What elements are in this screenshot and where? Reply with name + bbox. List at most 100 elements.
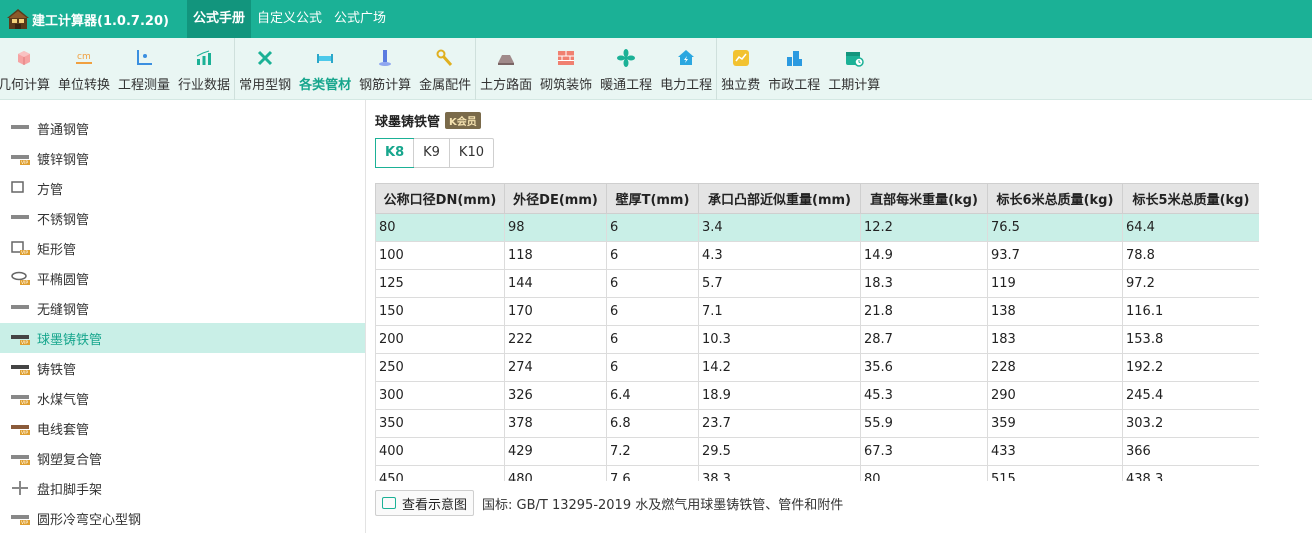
sidebar-item[interactable]: VIP 钢塑复合管 (0, 443, 365, 473)
grade-k8[interactable]: K8 (375, 138, 415, 168)
table-cell: 7.6 (606, 465, 699, 481)
pipe-icon (10, 211, 30, 225)
tool-metal-fittings[interactable]: 金属配件 (415, 38, 475, 100)
sidebar-item[interactable]: VIP 球墨铸铁管 (0, 323, 365, 353)
table-row[interactable]: 100 118 6 4.3 14.9 93.7 78.8 (375, 241, 1259, 270)
tool-schedule[interactable]: 工期计算 (824, 38, 884, 100)
sidebar-item-label: 矩形管 (37, 242, 77, 258)
svg-text:VIP: VIP (21, 520, 28, 525)
sidebar-item[interactable]: VIP 铸铁管 (0, 353, 365, 383)
sidebar-item[interactable]: 无缝钢管 (0, 293, 365, 323)
table-row[interactable]: 350 378 6.8 23.7 55.9 359 303.2 (375, 409, 1259, 438)
pipe-icon: VIP (10, 391, 30, 406)
view-diagram-button[interactable]: 查看示意图 (375, 490, 475, 516)
table-row[interactable]: 125 144 6 5.7 18.3 119 97.2 (375, 269, 1259, 298)
table-cell: 6 (606, 353, 699, 382)
table-cell: 28.7 (860, 325, 988, 354)
tool-unit-convert[interactable]: cm 单位转换 (54, 38, 114, 100)
tab-formula-manual[interactable]: 公式手册 (186, 0, 251, 38)
table-cell: 303.2 (1122, 409, 1259, 438)
tool-rebar[interactable]: 钢筋计算 (355, 38, 415, 100)
table-row[interactable]: 80 98 6 3.4 12.2 76.5 64.4 (375, 213, 1259, 242)
table-row[interactable]: 200 222 6 10.3 28.7 183 153.8 (375, 325, 1259, 354)
grade-k9[interactable]: K9 (413, 139, 449, 167)
standard-reference: 国标: GB/T 13295-2019 水及燃气用球墨铸铁管、管件和附件 (482, 497, 844, 513)
table-cell: 192.2 (1122, 353, 1259, 382)
table-cell: 76.5 (987, 213, 1123, 242)
column-header: 壁厚T(mm) (606, 183, 699, 214)
table-cell: 183 (987, 325, 1123, 354)
tool-independent-fee[interactable]: 独立费 (717, 38, 764, 100)
tool-municipal[interactable]: 市政工程 (764, 38, 824, 100)
table-cell: 290 (987, 381, 1123, 410)
sidebar-item[interactable]: VIP 圆形冷弯空心型钢 (0, 503, 365, 533)
table-cell: 125 (375, 269, 505, 298)
svg-text:VIP: VIP (21, 370, 28, 375)
table-cell: 45.3 (860, 381, 988, 410)
tool-steel-sections[interactable]: 常用型钢 (235, 38, 295, 100)
axis-icon (137, 50, 153, 65)
svg-text:VIP: VIP (21, 400, 28, 405)
title-bar: 建工计算器(1.0.7.20) 公式手册 自定义公式 公式广场 (0, 0, 1312, 38)
cm-ruler-icon: cm (76, 52, 93, 64)
table-cell: 300 (375, 381, 505, 410)
table-row[interactable]: 300 326 6.4 18.9 45.3 290 245.4 (375, 381, 1259, 410)
table-cell: 5.7 (698, 269, 861, 298)
table-cell: 23.7 (698, 409, 861, 438)
sidebar-item[interactable]: VIP 镀锌钢管 (0, 143, 365, 173)
table-cell: 326 (504, 381, 607, 410)
sidebar-item[interactable]: 方管 (0, 173, 365, 203)
column-header: 直部每米重量(kg) (860, 183, 988, 214)
sidebar-item[interactable]: VIP 电线套管 (0, 413, 365, 443)
sidebar-item[interactable]: VIP 矩形管 (0, 233, 365, 263)
svg-text:VIP: VIP (21, 460, 28, 465)
tool-earthwork[interactable]: 土方路面 (476, 38, 536, 100)
sidebar-item-label: 镀锌钢管 (37, 152, 90, 168)
table-cell: 67.3 (860, 437, 988, 466)
pipe-icon (10, 121, 30, 135)
table-cell: 55.9 (860, 409, 988, 438)
tool-industry-data[interactable]: 行业数据 (174, 38, 234, 100)
sidebar-item[interactable]: 盘扣脚手架 (0, 473, 365, 503)
table-row[interactable]: 250 274 6 14.2 35.6 228 192.2 (375, 353, 1259, 382)
table-cell: 118 (504, 241, 607, 270)
bar-chart-icon (196, 50, 212, 65)
sidebar-item[interactable]: VIP 平椭圆管 (0, 263, 365, 293)
tool-geometry[interactable]: 几何计算 (0, 38, 54, 100)
sidebar-item-label: 无缝钢管 (37, 302, 90, 318)
city-icon (787, 51, 803, 66)
sidebar-item-label: 铸铁管 (37, 362, 77, 378)
table-cell: 515 (987, 465, 1123, 481)
pipe-data-table: 公称口径DN(mm) 外径DE(mm) 壁厚T(mm) 承口凸部近似重量(mm) 直部每… (375, 183, 1259, 481)
pipe-data-table-container[interactable]: 公称口径DN(mm) 外径DE(mm) 壁厚T(mm) 承口凸部近似重量(mm) 直部每… (375, 183, 1259, 481)
table-cell: 359 (987, 409, 1123, 438)
svg-text:VIP: VIP (21, 280, 28, 285)
table-cell: 6 (606, 213, 699, 242)
table-cell: 93.7 (987, 241, 1123, 270)
app-title: 建工计算器(1.0.7.20) (32, 13, 169, 29)
grade-k10[interactable]: K10 (448, 139, 493, 167)
table-cell: 350 (375, 409, 505, 438)
tab-formula-plaza[interactable]: 公式广场 (328, 0, 392, 38)
table-row[interactable]: 150 170 6 7.1 21.8 138 116.1 (375, 297, 1259, 326)
table-cell: 21.8 (860, 297, 988, 326)
brick-icon (558, 51, 575, 65)
toolbar-group-1: 几何计算 cm 单位转换 工程测量 行业数据 (0, 38, 236, 100)
table-cell: 378 (504, 409, 607, 438)
pipe-icon (10, 181, 30, 195)
tool-pipes[interactable]: 各类管材 (295, 38, 355, 100)
table-cell: 7.2 (606, 437, 699, 466)
tool-hvac[interactable]: 暖通工程 (596, 38, 656, 100)
sidebar-item[interactable]: VIP 水煤气管 (0, 383, 365, 413)
tool-survey[interactable]: 工程测量 (114, 38, 174, 100)
tool-electrical[interactable]: 电力工程 (656, 38, 716, 100)
heading-row: 球墨铸铁管 K会员 (375, 111, 481, 130)
sidebar-item[interactable]: 普通钢管 (0, 113, 365, 143)
sidebar-item[interactable]: 不锈钢管 (0, 203, 365, 233)
table-cell: 3.4 (698, 213, 861, 242)
tool-masonry[interactable]: 砌筑装饰 (536, 38, 596, 100)
image-icon (382, 497, 396, 509)
table-row[interactable]: 450 480 7.6 38.3 80 515 438.3 (375, 465, 1259, 481)
tab-custom-formula[interactable]: 自定义公式 (251, 0, 328, 38)
table-row[interactable]: 400 429 7.2 29.5 67.3 433 366 (375, 437, 1259, 466)
